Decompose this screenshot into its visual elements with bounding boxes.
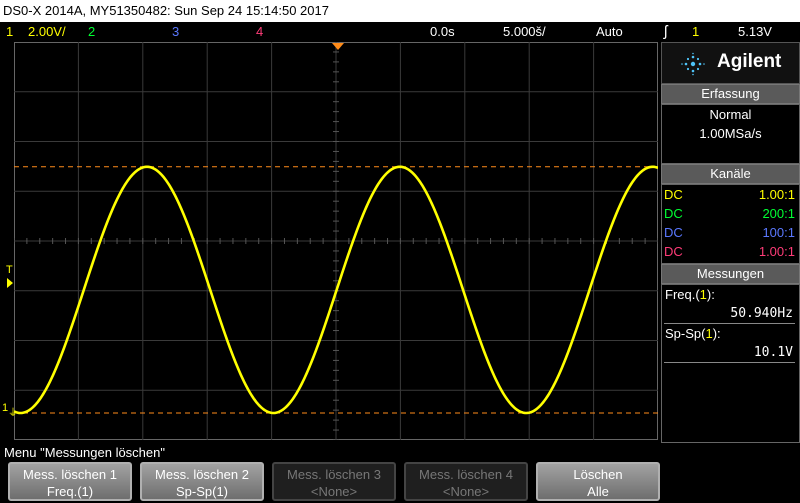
measurement-2-value: 10.1V [753, 345, 793, 360]
time-delay[interactable]: 0.0s [430, 22, 455, 41]
brand-logo: Agilent [661, 42, 800, 84]
softkey-3-line1: Mess. löschen 3 [287, 467, 381, 482]
waveform-display[interactable] [14, 42, 658, 440]
measurement-2-divider [664, 362, 795, 363]
graticule [14, 42, 658, 440]
channels-header[interactable]: Kanäle [661, 164, 800, 184]
channel-2-coupling: DC [664, 206, 683, 221]
trigger-position-icon [332, 43, 344, 50]
softkey-clear-measurement-1[interactable]: Mess. löschen 1 Freq.(1) [8, 462, 132, 501]
acquisition-header[interactable]: Erfassung [661, 84, 800, 104]
measurements-box: Freq.(1): 50.940Hz Sp-Sp(1): 10.1V [661, 284, 800, 443]
softkey-3-line2: <None> [310, 484, 358, 499]
channel-3-probe: 100:1 [762, 225, 795, 240]
channel-1-coupling: DC [664, 187, 683, 202]
channels-box: DC 1.00:1 DC 200:1 DC 100:1 DC 1.00:1 [661, 184, 800, 264]
acquisition-mode: Normal [709, 107, 752, 122]
brand-name: Agilent [717, 51, 782, 72]
softkey-5-line2: Alle [587, 484, 609, 499]
time-scale[interactable]: 5.000š/ [503, 22, 546, 41]
channel-4-probe: 1.00:1 [758, 244, 795, 259]
menu-title: Menu "Messungen löschen" [4, 445, 165, 460]
measurement-1-divider [664, 323, 795, 324]
measurements-header[interactable]: Messungen [661, 264, 800, 284]
ground-icon: ⏚ [8, 408, 18, 419]
measurement-1-value: 50.940Hz [730, 306, 793, 321]
status-bar: 1 2.00V/ 2 3 4 0.0s 5.000š/ Auto ʃ 1 5.1… [0, 22, 800, 41]
softkey-4-line1: Mess. löschen 4 [419, 467, 513, 482]
side-panel: Agilent Erfassung Normal 1.00MSa/s Kanäl… [661, 42, 800, 443]
channel-row-3[interactable]: DC 100:1 [664, 223, 797, 242]
acquisition-box: Normal 1.00MSa/s [661, 104, 800, 164]
softkey-2-line2: Sp-Sp(1) [175, 484, 229, 499]
ground-marker[interactable]: 1 ⏚ [0, 402, 18, 420]
ch2-number[interactable]: 2 [88, 22, 95, 41]
channel-4-coupling: DC [664, 244, 683, 259]
trigger-level[interactable]: 5.13V [738, 22, 772, 41]
channel-row-2[interactable]: DC 200:1 [664, 204, 797, 223]
ch1-number[interactable]: 1 [6, 22, 13, 41]
left-markers: T [0, 228, 14, 288]
softkey-5-line1: Löschen [573, 467, 623, 482]
channel-2-probe: 200:1 [762, 206, 795, 221]
trigger-level-marker[interactable]: T [6, 264, 13, 276]
channel-3-coupling: DC [664, 225, 683, 240]
ch4-number[interactable]: 4 [256, 22, 263, 41]
softkey-clear-measurement-3[interactable]: Mess. löschen 3 <None> [272, 462, 396, 501]
channel-row-4[interactable]: DC 1.00:1 [664, 242, 797, 261]
measurement-2-label: Sp-Sp(1): [665, 326, 721, 341]
trigger-arrow-icon [7, 278, 13, 288]
ch1-scale[interactable]: 2.00V/ [28, 22, 66, 41]
agilent-spark-icon [681, 52, 705, 76]
trigger-channel[interactable]: 1 [692, 22, 699, 41]
trigger-slope-icon: ʃ [664, 23, 668, 40]
softkey-clear-measurement-4[interactable]: Mess. löschen 4 <None> [404, 462, 528, 501]
ch3-number[interactable]: 3 [172, 22, 179, 41]
softkey-2-line1: Mess. löschen 2 [155, 467, 249, 482]
softkey-1-line1: Mess. löschen 1 [23, 467, 117, 482]
channel-row-1[interactable]: DC 1.00:1 [664, 185, 797, 204]
trigger-mode[interactable]: Auto [596, 22, 623, 41]
softkey-clear-measurement-2[interactable]: Mess. löschen 2 Sp-Sp(1) [140, 462, 264, 501]
window-title: DS0-X 2014A, MY51350482: Sun Sep 24 15:1… [0, 0, 800, 22]
softkey-clear-all[interactable]: Löschen Alle [536, 462, 660, 501]
channel-1-probe: 1.00:1 [758, 187, 795, 202]
measurement-1-label: Freq.(1): [665, 287, 715, 302]
sample-rate: 1.00MSa/s [699, 126, 762, 141]
softkey-4-line2: <None> [442, 484, 490, 499]
softkey-1-line2: Freq.(1) [46, 484, 94, 499]
